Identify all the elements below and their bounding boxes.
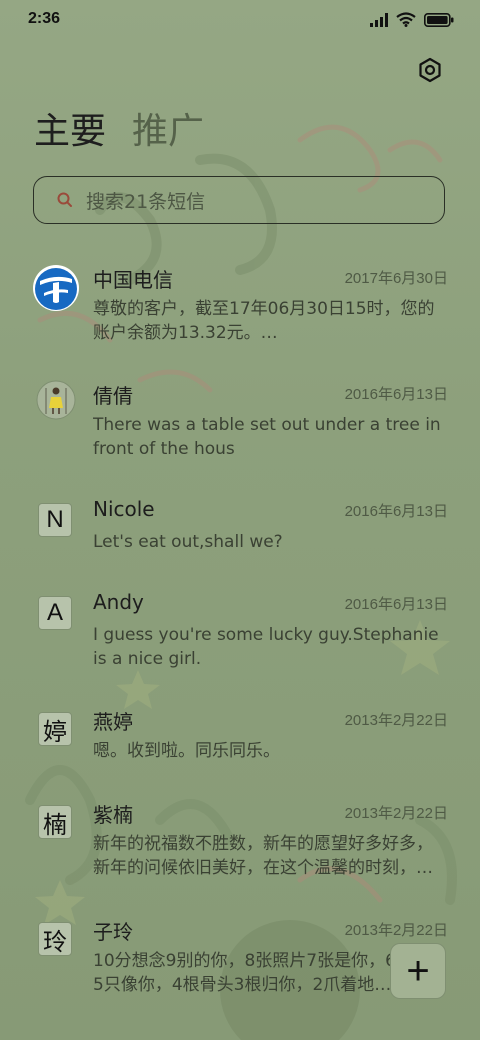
message-date: 2013年2月22日: [344, 805, 448, 822]
wifi-icon: [396, 12, 416, 27]
conversation-item[interactable]: A Andy 2016年6月13日 I guess you're some lu…: [0, 590, 480, 680]
conversation-item[interactable]: N Nicole 2016年6月13日 Let's eat out,shall …: [0, 497, 480, 567]
avatar-letter: 婷: [38, 712, 72, 746]
message-date: 2016年6月13日: [344, 503, 448, 520]
message-preview: 新年的祝福数不胜数，新年的愿望好多好多，新年的问候依旧美好，在这个温馨的时刻，…: [93, 834, 433, 878]
tab-promotions[interactable]: 推广: [132, 108, 204, 156]
conversation-item[interactable]: 婷 燕婷 2013年2月22日 嗯。收到啦。同乐同乐。: [0, 706, 480, 776]
status-time: 2:36: [28, 10, 61, 27]
contact-name: Nicole: [93, 497, 155, 521]
message-preview: 尊敬的客户，截至17年06月30日15时，您的账户余额为13.32元。…: [93, 299, 435, 343]
search-bar[interactable]: 搜索21条短信: [33, 176, 445, 224]
message-preview: I guess you're some lucky guy.Stephanie …: [93, 625, 439, 669]
avatar-letter: A: [38, 596, 72, 630]
contact-name: Andy: [93, 590, 144, 614]
message-date: 2016年6月13日: [344, 596, 448, 613]
message-date: 2013年2月22日: [344, 922, 448, 939]
message-preview: Let's eat out,shall we?: [93, 532, 283, 552]
search-placeholder: 搜索21条短信: [86, 190, 206, 213]
status-icons: [370, 12, 454, 27]
message-date: 2013年2月22日: [344, 712, 448, 729]
avatar-letter: N: [38, 503, 72, 537]
avatar-photo: [36, 380, 76, 420]
contact-name: 紫楠: [93, 803, 133, 827]
tab-bar: 主要 推广: [34, 108, 204, 156]
contact-name: 倩倩: [93, 384, 133, 408]
conversation-item[interactable]: 中国电信 2017年6月30日 尊敬的客户，截至17年06月30日15时，您的账…: [0, 264, 480, 354]
battery-icon: [424, 12, 454, 27]
contact-name: 燕婷: [93, 710, 133, 734]
contact-name: 子玲: [93, 920, 133, 944]
message-date: 2017年6月30日: [344, 270, 448, 287]
avatar-letter: 楠: [38, 805, 72, 839]
china-telecom-logo: [33, 265, 79, 311]
signal-icon: [370, 12, 388, 27]
message-date: 2016年6月13日: [344, 386, 448, 403]
tab-main[interactable]: 主要: [34, 108, 106, 156]
conversation-item[interactable]: 倩倩 2016年6月13日 There was a table set out …: [0, 380, 480, 470]
message-preview: 嗯。收到啦。同乐同乐。: [93, 741, 280, 761]
status-bar: 2:36: [0, 0, 480, 40]
gear-icon: [419, 57, 441, 83]
settings-button[interactable]: [414, 54, 446, 86]
search-icon: [56, 190, 76, 210]
plus-icon: +: [406, 949, 430, 993]
avatar-letter: 玲: [38, 922, 72, 956]
conversation-item[interactable]: 楠 紫楠 2013年2月22日 新年的祝福数不胜数，新年的愿望好多好多，新年的问…: [0, 799, 480, 889]
new-message-button[interactable]: +: [390, 943, 446, 999]
message-preview: There was a table set out under a tree i…: [93, 415, 441, 459]
contact-name: 中国电信: [93, 268, 173, 292]
